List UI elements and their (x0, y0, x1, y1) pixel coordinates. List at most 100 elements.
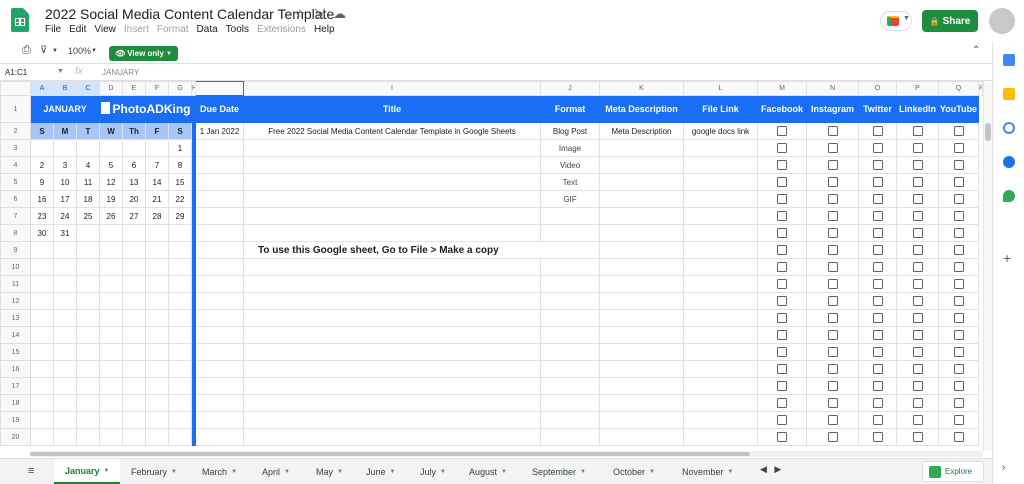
cell[interactable] (599, 139, 684, 157)
calendar-day[interactable]: 12 (99, 173, 123, 191)
cell[interactable] (99, 258, 123, 276)
row-header[interactable]: 17 (0, 377, 31, 395)
checkbox[interactable] (872, 381, 883, 391)
cell[interactable] (168, 343, 192, 361)
day-of-week[interactable]: T (76, 122, 100, 140)
cell[interactable] (599, 377, 684, 395)
horizontal-scrollbar[interactable] (30, 451, 983, 457)
add-addon-icon[interactable]: + (1003, 250, 1011, 266)
cell[interactable] (168, 360, 192, 378)
row-header[interactable]: 13 (0, 309, 31, 327)
menu-item-format[interactable]: Format (157, 24, 189, 35)
checkbox[interactable] (777, 364, 787, 374)
format-option[interactable]: Image (540, 139, 600, 157)
checkbox[interactable] (912, 398, 923, 408)
move-icon[interactable]: ⇲ (314, 6, 325, 22)
checkbox[interactable] (777, 211, 787, 221)
checkbox-cell[interactable] (757, 394, 807, 412)
cell[interactable] (168, 258, 192, 276)
checkbox[interactable] (953, 228, 964, 238)
vertical-scrollbar[interactable] (983, 81, 992, 451)
cell[interactable] (99, 275, 123, 293)
row-header[interactable]: 6 (0, 190, 31, 208)
title-cell[interactable]: Free 2022 Social Media Content Calendar … (243, 122, 541, 140)
format-option[interactable]: Text (540, 173, 600, 191)
cell[interactable] (683, 190, 758, 208)
checkbox[interactable] (953, 296, 964, 306)
tab-scroll-arrows[interactable]: ◀ ▶ (760, 464, 781, 475)
row-header[interactable]: 10 (0, 258, 31, 276)
cell[interactable] (122, 275, 146, 293)
checkbox[interactable] (912, 415, 923, 425)
column-header-g[interactable]: G (168, 81, 192, 96)
checkbox-cell[interactable] (938, 275, 979, 293)
checkbox[interactable] (872, 177, 883, 187)
checkbox-cell[interactable] (858, 207, 897, 225)
checkbox-cell[interactable] (806, 292, 859, 310)
checkbox-cell[interactable] (858, 292, 897, 310)
meet-button[interactable]: ▼ (880, 11, 912, 31)
cell[interactable] (599, 292, 684, 310)
column-header-k[interactable]: K (599, 81, 684, 96)
cell[interactable] (145, 428, 169, 446)
cell[interactable] (76, 275, 100, 293)
checkbox-cell[interactable] (806, 411, 859, 429)
checkbox-cell[interactable] (757, 275, 807, 293)
calendar-day[interactable]: 1 (168, 139, 192, 157)
checkbox-cell[interactable] (806, 258, 859, 276)
cell[interactable] (168, 394, 192, 412)
checkbox-cell[interactable] (938, 411, 979, 429)
cell[interactable] (195, 343, 244, 361)
chevron-down-icon[interactable]: ▼ (337, 469, 343, 475)
checkbox[interactable] (872, 313, 883, 323)
checkbox[interactable] (953, 364, 964, 374)
checkbox[interactable] (872, 245, 883, 255)
header-due-date[interactable]: Due Date (195, 95, 244, 123)
calendar-day[interactable] (76, 139, 100, 157)
cell[interactable] (195, 173, 244, 191)
scrollbar-thumb[interactable] (30, 452, 750, 456)
cell[interactable] (599, 190, 684, 208)
checkbox[interactable] (827, 313, 838, 323)
calendar-day[interactable] (122, 139, 146, 157)
keep-icon[interactable] (1003, 88, 1015, 100)
checkbox-cell[interactable] (757, 360, 807, 378)
checkbox[interactable] (953, 143, 964, 153)
checkbox[interactable] (872, 279, 883, 289)
checkbox-cell[interactable] (938, 156, 979, 174)
checkbox-cell[interactable] (938, 309, 979, 327)
checkbox[interactable] (912, 228, 923, 238)
cell[interactable] (145, 394, 169, 412)
cell[interactable] (99, 428, 123, 446)
checkbox[interactable] (872, 296, 883, 306)
cell[interactable] (53, 377, 77, 395)
checkbox[interactable] (872, 211, 883, 221)
checkbox[interactable] (872, 143, 883, 153)
cell[interactable] (195, 360, 244, 378)
cell[interactable] (76, 258, 100, 276)
column-header-p[interactable]: P (896, 81, 939, 96)
cell[interactable] (168, 377, 192, 395)
cell[interactable] (168, 326, 192, 344)
tab-june[interactable]: June ▼ (366, 459, 395, 484)
tab-february[interactable]: February ▼ (131, 459, 177, 484)
column-header-n[interactable]: N (806, 81, 859, 96)
checkbox-cell[interactable] (858, 428, 897, 446)
file-link-cell[interactable]: google docs link (683, 122, 758, 140)
checkbox[interactable] (912, 160, 923, 170)
calendar-icon[interactable] (1003, 54, 1015, 66)
checkbox-cell[interactable] (938, 122, 979, 140)
checkbox-cell[interactable] (938, 377, 979, 395)
cell[interactable] (243, 207, 541, 225)
calendar-day[interactable]: 17 (53, 190, 77, 208)
note-cell[interactable]: To use this Google sheet, Go to File > M… (243, 241, 541, 259)
cell[interactable] (243, 275, 541, 293)
cell[interactable] (540, 258, 600, 276)
day-of-week[interactable]: M (53, 122, 77, 140)
checkbox-cell[interactable] (757, 411, 807, 429)
checkbox-cell[interactable] (858, 343, 897, 361)
calendar-day[interactable]: 21 (145, 190, 169, 208)
checkbox-cell[interactable] (938, 428, 979, 446)
checkbox-cell[interactable] (896, 343, 939, 361)
chevron-down-icon[interactable]: ▼ (231, 469, 237, 475)
